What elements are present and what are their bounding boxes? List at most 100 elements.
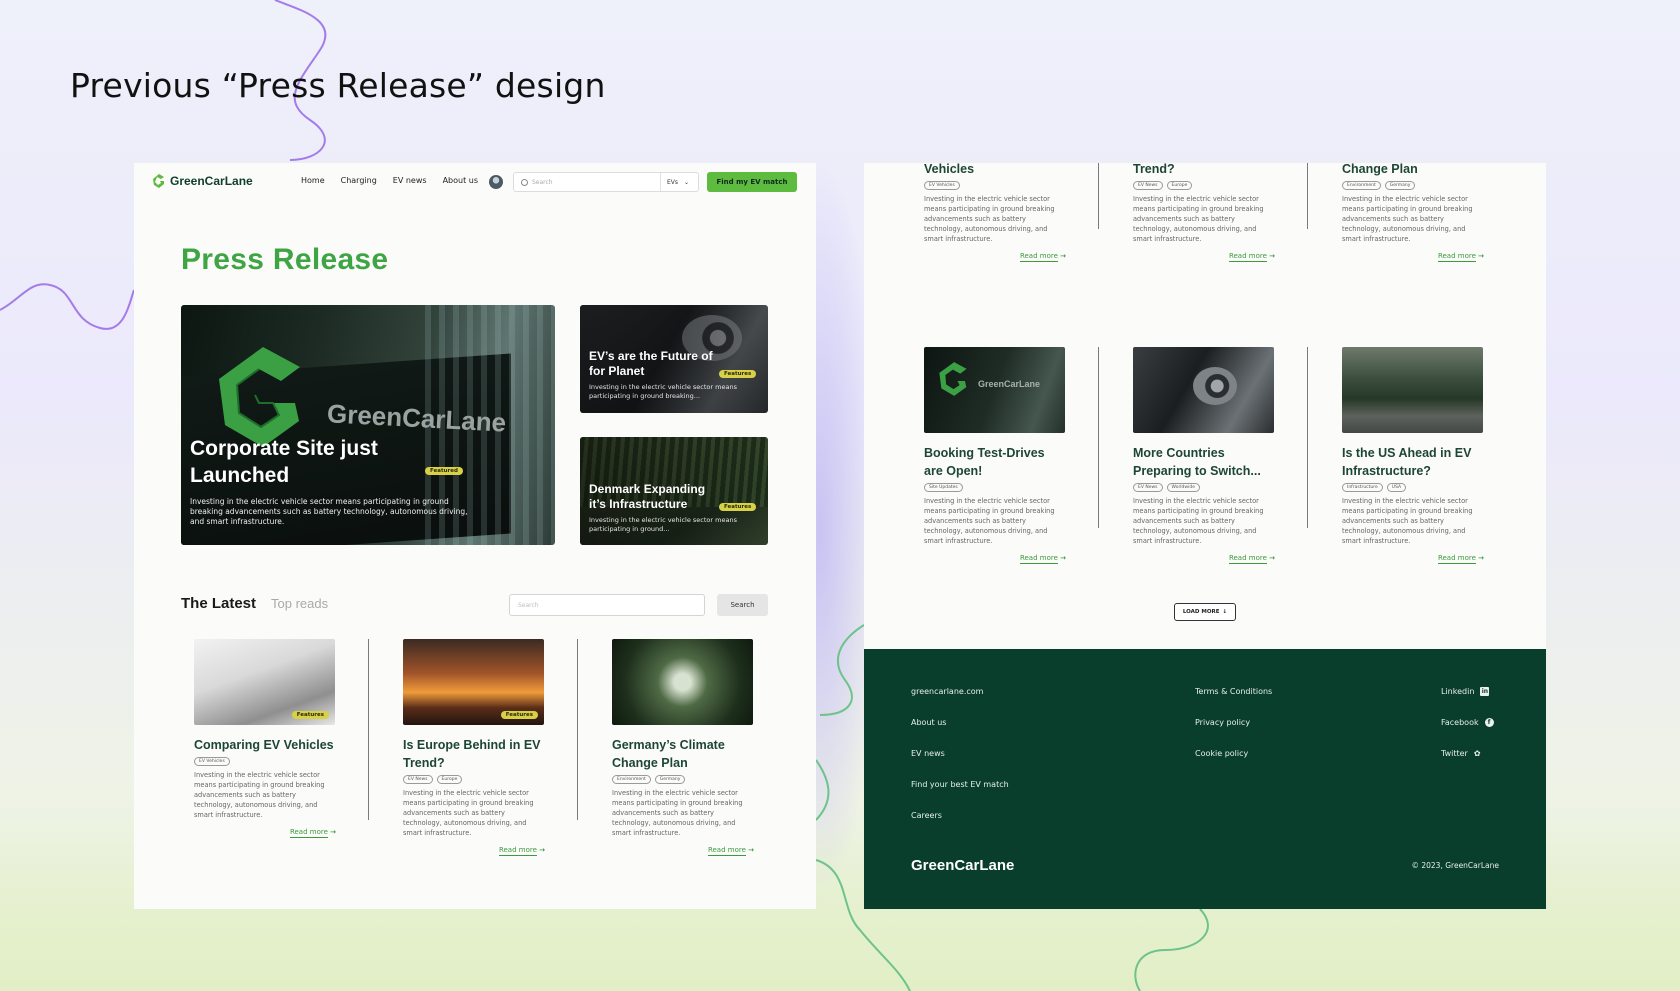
nav-link-ev-news[interactable]: EV news — [393, 176, 427, 185]
read-more-link[interactable]: Read more → — [612, 846, 754, 856]
tag[interactable]: Germany — [1384, 181, 1416, 190]
tag[interactable]: Site Updates — [924, 483, 963, 492]
nav-search-bar[interactable]: Search EVs ⌄ — [513, 172, 699, 192]
article-thumbnail — [1342, 347, 1483, 433]
find-ev-match-button[interactable]: Find my EV match — [707, 172, 797, 192]
article-card[interactable]: GreenCarLane Booking Test-Drives are Ope… — [924, 347, 1066, 564]
tab-the-latest[interactable]: The Latest — [181, 595, 256, 612]
social-link-facebook[interactable]: Facebook f — [1441, 718, 1494, 727]
read-more-link[interactable]: Read more → — [924, 252, 1066, 262]
article-thumbnail — [1133, 347, 1274, 433]
tag[interactable]: EV News — [1133, 181, 1163, 190]
footer-link[interactable]: About us — [911, 718, 1009, 727]
nav-link-home[interactable]: Home — [301, 176, 325, 185]
article-title[interactable]: Comparing EV Vehicles — [194, 736, 336, 754]
read-more-link[interactable]: Read more → — [1342, 252, 1484, 262]
read-more-link[interactable]: Read more → — [1133, 554, 1275, 564]
load-more-button[interactable]: LOAD MORE ↓ — [1174, 603, 1236, 621]
side-feature-card[interactable]: Denmark Expanding it’s Infrastructure Fe… — [580, 437, 768, 545]
arrow-right-icon: → — [539, 846, 545, 854]
tag[interactable]: Germany — [654, 775, 686, 784]
tag[interactable]: Worldwide — [1166, 483, 1200, 492]
press-release-page-top: GreenCarLane Home Charging EV news About… — [134, 163, 816, 909]
tab-top-reads[interactable]: Top reads — [271, 596, 328, 611]
latest-search-input[interactable]: Search — [509, 594, 705, 616]
article-card[interactable]: Trend? EV News Europe Investing in the e… — [1133, 163, 1275, 262]
footer-link[interactable]: Careers — [911, 811, 1009, 820]
side-card-description: Investing in the electric vehicle sector… — [589, 383, 737, 400]
tag[interactable]: EV News — [1133, 483, 1163, 492]
nav-link-charging[interactable]: Charging — [341, 176, 377, 185]
article-title[interactable]: Booking Test-Drives are Open! — [924, 444, 1066, 480]
article-card[interactable]: Features Is Europe Behind in EV Trend? E… — [403, 639, 545, 856]
footer-link[interactable]: Privacy policy — [1195, 718, 1272, 727]
article-thumbnail: Features — [194, 639, 335, 725]
nav-filter-value: EVs — [667, 178, 679, 186]
nav-links: Home Charging EV news About us — [301, 176, 478, 185]
features-badge-label: Features — [719, 370, 757, 378]
read-more-link[interactable]: Read more → — [194, 828, 336, 838]
article-title[interactable]: Is Europe Behind in EV Trend? — [403, 736, 545, 772]
article-card[interactable]: More Countries Preparing to Switch... EV… — [1133, 347, 1275, 564]
article-card[interactable]: Vehicles EV Vehicles Investing in the el… — [924, 163, 1066, 262]
footer-links-main: greencarlane.com About us EV news Find y… — [911, 687, 1009, 842]
article-card[interactable]: Germany’s Climate Change Plan Environmen… — [612, 639, 754, 856]
latest-search-button[interactable]: Search — [717, 594, 768, 616]
read-more-link[interactable]: Read more → — [403, 846, 545, 856]
footer-links-legal: Terms & Conditions Privacy policy Cookie… — [1195, 687, 1272, 780]
site-footer: greencarlane.com About us EV news Find y… — [864, 649, 1546, 909]
hero-title[interactable]: Corporate Site just Launched — [190, 435, 420, 489]
read-more-link[interactable]: Read more → — [1342, 554, 1484, 564]
article-title[interactable]: Is the US Ahead in EV Infrastructure? — [1342, 444, 1484, 480]
article-thumbnail: Features — [403, 639, 544, 725]
nav-search-input[interactable]: Search — [532, 179, 660, 186]
footer-social: Linkedin in Facebook f Twitter ✿ — [1441, 687, 1494, 780]
tag[interactable]: USA — [1386, 483, 1407, 492]
tag[interactable]: Environment — [612, 775, 651, 784]
nav-filter-select[interactable]: EVs ⌄ — [660, 173, 689, 191]
article-title[interactable]: Change Plan — [1342, 163, 1484, 178]
features-badge: Features — [500, 711, 538, 719]
article-tags: EV Vehicles — [194, 757, 336, 766]
footer-link[interactable]: EV news — [911, 749, 1009, 758]
divider — [1307, 347, 1308, 528]
featured-badge: Featured — [425, 457, 463, 476]
article-card[interactable]: Features Comparing EV Vehicles EV Vehicl… — [194, 639, 336, 838]
footer-link[interactable]: Terms & Conditions — [1195, 687, 1272, 696]
social-link-twitter[interactable]: Twitter ✿ — [1441, 749, 1494, 758]
site-logo[interactable]: GreenCarLane — [152, 173, 253, 189]
tag[interactable]: EV News — [403, 775, 433, 784]
tag[interactable]: Europe — [1166, 181, 1193, 190]
tag[interactable]: Europe — [436, 775, 463, 784]
article-title[interactable]: Germany’s Climate Change Plan — [612, 736, 754, 772]
user-avatar[interactable] — [489, 175, 503, 189]
hero-featured-article[interactable]: GreenCarLane Corporate Site just Launche… — [181, 305, 555, 545]
divider — [577, 639, 578, 820]
features-badge-label: Features — [719, 503, 757, 511]
tag[interactable]: Infrastructure — [1342, 483, 1383, 492]
footer-link[interactable]: Find your best EV match — [911, 780, 1009, 789]
social-link-linkedin[interactable]: Linkedin in — [1441, 687, 1494, 696]
article-tags: EV Vehicles — [924, 181, 1066, 190]
article-card[interactable]: Change Plan Environment Germany Investin… — [1342, 163, 1484, 262]
article-title[interactable]: More Countries Preparing to Switch... — [1133, 444, 1275, 480]
social-label: Twitter — [1441, 749, 1468, 758]
arrow-down-icon: ↓ — [1222, 609, 1228, 615]
article-tags: EV News Worldwide — [1133, 483, 1275, 492]
side-feature-card[interactable]: EV’s are the Future of for Planet Featur… — [580, 305, 768, 413]
read-more-link[interactable]: Read more → — [924, 554, 1066, 564]
tag[interactable]: EV Vehicles — [924, 181, 960, 190]
article-card[interactable]: Is the US Ahead in EV Infrastructure? In… — [1342, 347, 1484, 564]
footer-link[interactable]: greencarlane.com — [911, 687, 1009, 696]
footer-logo[interactable]: GreenCarLane — [911, 857, 1014, 874]
nav-link-about-us[interactable]: About us — [443, 176, 478, 185]
footer-link[interactable]: Cookie policy — [1195, 749, 1272, 758]
article-title[interactable]: Trend? — [1133, 163, 1275, 178]
read-more-link[interactable]: Read more → — [1133, 252, 1275, 262]
tag[interactable]: Environment — [1342, 181, 1381, 190]
tag[interactable]: EV Vehicles — [194, 757, 230, 766]
article-title[interactable]: Vehicles — [924, 163, 1066, 178]
read-more-label: Read more — [1019, 554, 1058, 564]
side-card-title: EV’s are the Future of for Planet — [589, 349, 713, 378]
article-tags: EV News Europe — [403, 775, 545, 784]
